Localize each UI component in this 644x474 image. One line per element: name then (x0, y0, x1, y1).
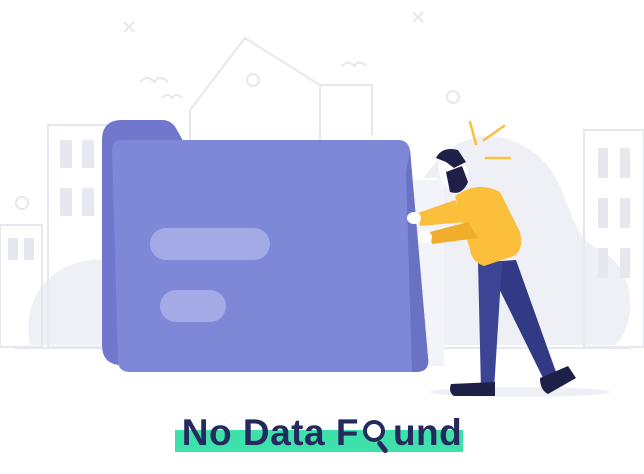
magnifier-icon (361, 418, 391, 455)
empty-state: No Data F und (0, 0, 644, 474)
title-block: No Data F und (0, 408, 644, 468)
no-data-illustration (0, 11, 644, 397)
title-text-end: und (392, 412, 463, 453)
title-text-start: No Data F (181, 412, 359, 453)
empty-state-title: No Data F und (0, 408, 644, 458)
folder-icon (102, 120, 444, 372)
